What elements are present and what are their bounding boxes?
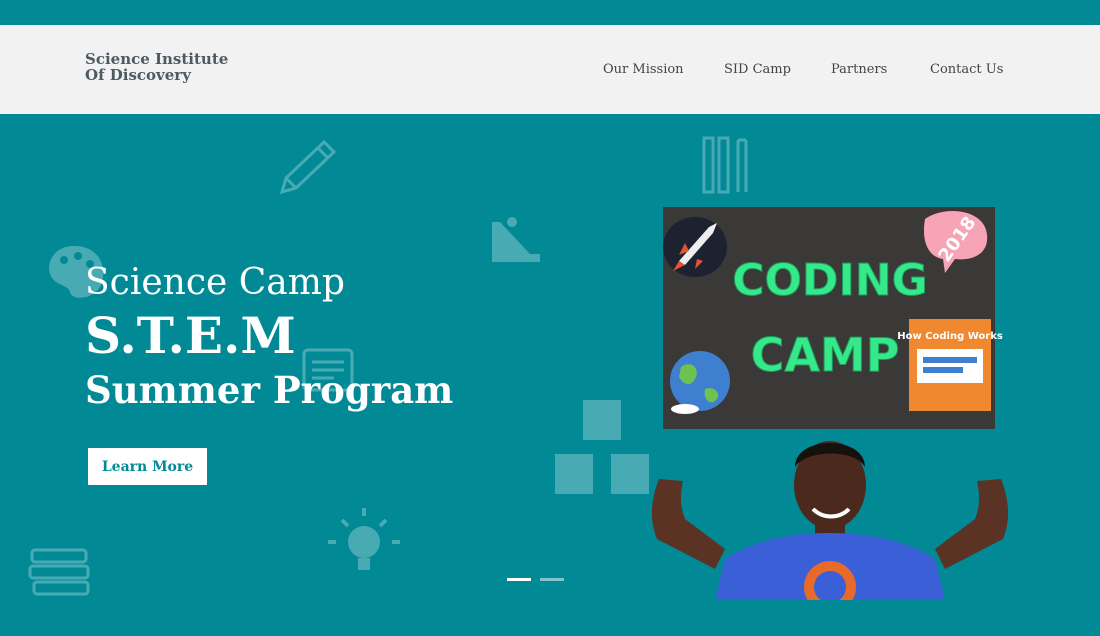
nav-sid-camp[interactable]: SID Camp — [724, 62, 791, 77]
ruler-tools-icon — [702, 136, 748, 194]
navbar: Science Institute Of Discovery Our Missi… — [0, 25, 1100, 114]
brand-logo[interactable]: Science Institute Of Discovery — [85, 51, 228, 83]
pencil-icon — [279, 139, 337, 195]
hero-tagline: Summer Program — [85, 368, 454, 412]
nav-contact-us[interactable]: Contact Us — [930, 62, 1003, 77]
lightbulb-icon — [328, 508, 400, 570]
sign-coding-text: CODING — [732, 255, 928, 306]
top-strip — [0, 0, 1100, 25]
hero-photo: 2018 CODING CAMP How Coding Works — [651, 207, 1009, 600]
brand-line-2: Of Discovery — [85, 66, 191, 84]
book-title: How Coding Works — [897, 331, 1003, 342]
nav-our-mission[interactable]: Our Mission — [603, 62, 684, 77]
books-icon — [28, 548, 90, 596]
nav-partners[interactable]: Partners — [831, 62, 887, 77]
slider-dot-1[interactable] — [507, 578, 531, 581]
rocket-icon — [663, 217, 727, 277]
book-cover: How Coding Works — [897, 319, 1003, 411]
hero-text: Science Camp S.T.E.M Summer Program — [85, 262, 453, 412]
brand-line-1: Science Institute — [85, 50, 229, 68]
learn-more-button[interactable]: Learn More — [88, 448, 207, 485]
hero-title: S.T.E.M — [85, 306, 296, 365]
sign-camp-text: CAMP — [751, 328, 900, 382]
abc-blocks-icon — [555, 400, 649, 494]
hero-subtitle: Science Camp — [85, 262, 345, 303]
hero-banner: Science Camp S.T.E.M Summer Program Lear… — [0, 114, 1100, 636]
slide-playground-icon — [492, 217, 540, 262]
slider-dot-2[interactable] — [540, 578, 564, 581]
